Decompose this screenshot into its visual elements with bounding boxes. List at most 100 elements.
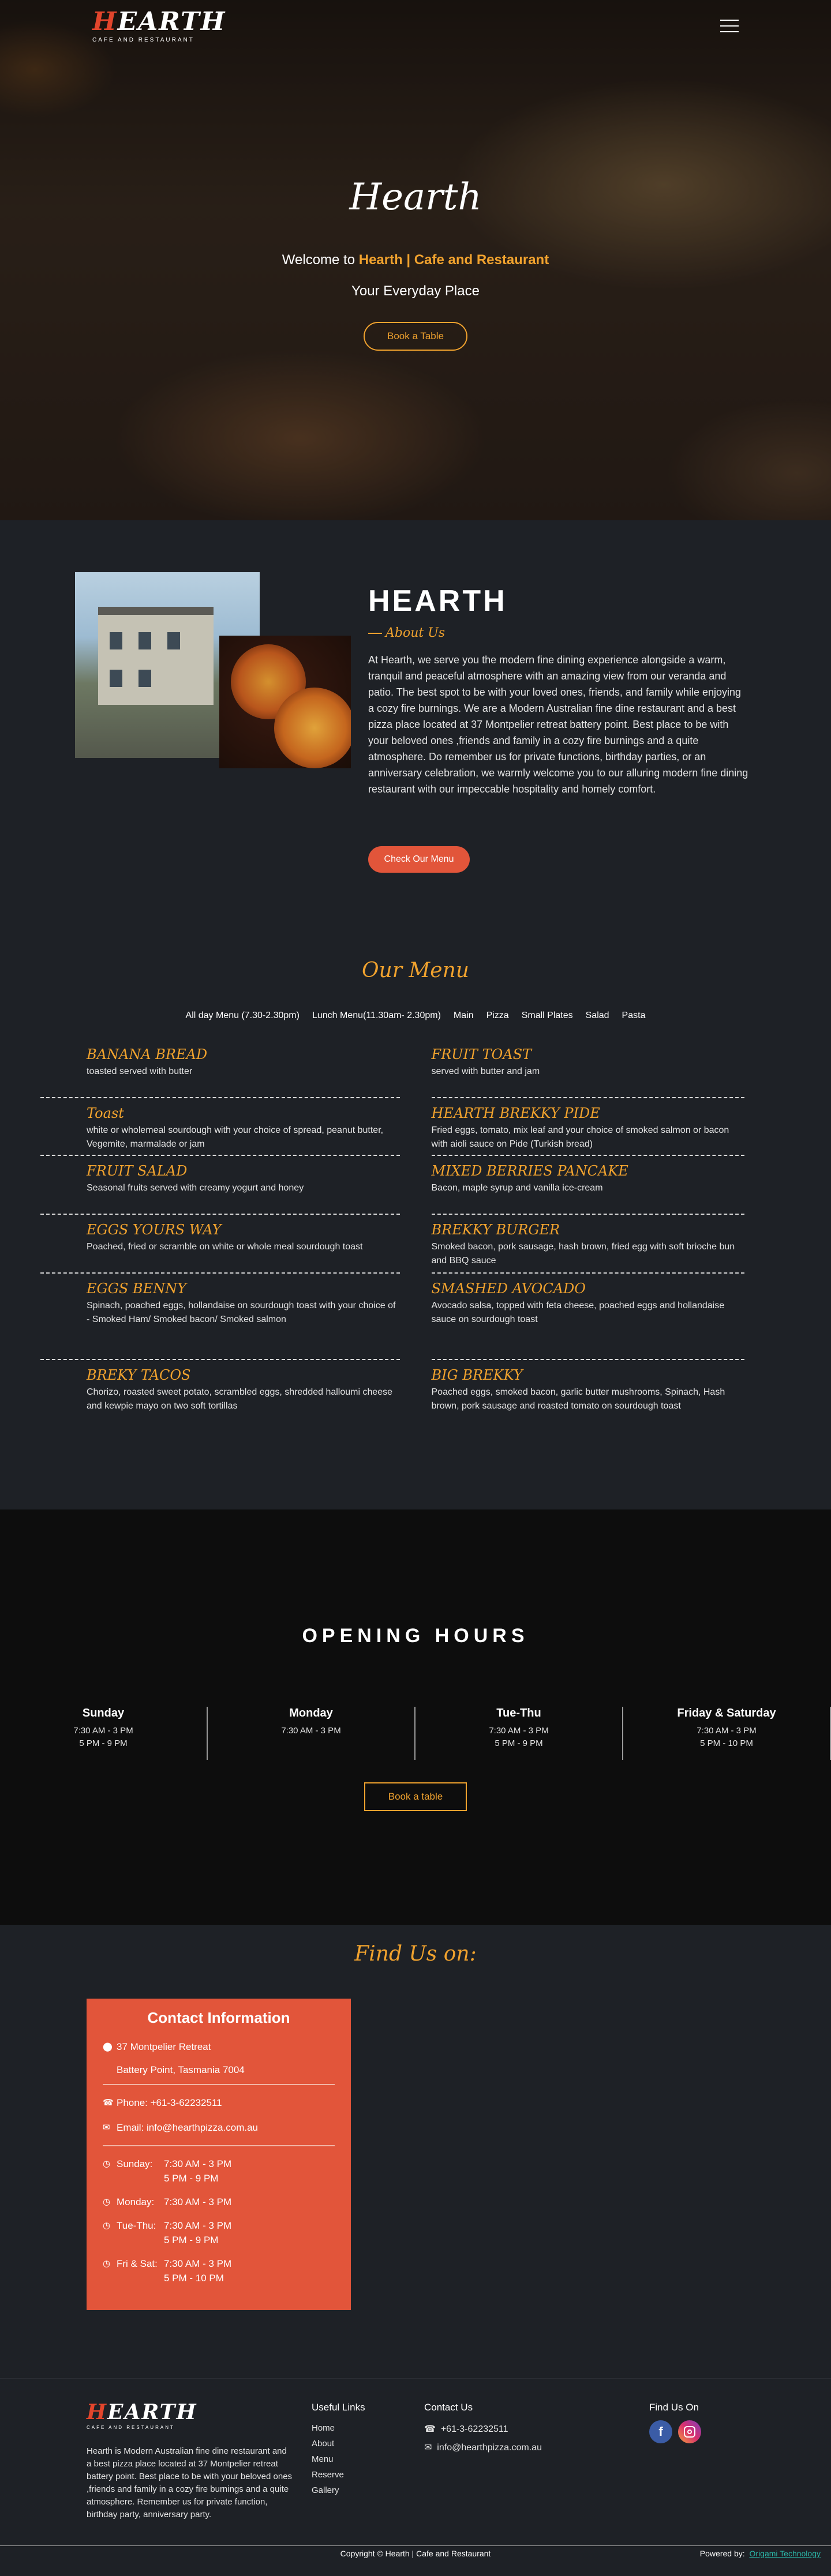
hours-tue-thu: Tue-Thu 7:30 AM - 3 PM 5 PM - 9 PM bbox=[415, 1707, 623, 1760]
menu-item-name: EGGS YOURS WAY bbox=[87, 1222, 222, 1238]
tab-lunch-menu[interactable]: Lunch Menu(11.30am- 2.30pm) bbox=[312, 1011, 441, 1021]
tab-pasta[interactable]: Pasta bbox=[622, 1011, 646, 1021]
phone-icon: ☎ bbox=[103, 2098, 114, 2108]
tab-main[interactable]: Main bbox=[454, 1011, 474, 1021]
footer-links-heading: Useful Links bbox=[312, 2402, 365, 2413]
hero-tagline: Your Everyday Place bbox=[351, 283, 480, 299]
book-table-button-secondary[interactable]: Book a table bbox=[364, 1782, 467, 1811]
hours-time: 5 PM - 10 PM bbox=[700, 1738, 753, 1748]
envelope-icon: ✉ bbox=[424, 2443, 432, 2453]
menu-column-left: BANANA BREAD toasted served with butter … bbox=[40, 1039, 400, 1424]
hours-day: Sunday bbox=[82, 1707, 125, 1719]
footer-email[interactable]: ✉ info@hearthpizza.com.au bbox=[424, 2439, 542, 2457]
contact-card-title: Contact Information bbox=[147, 2009, 290, 2026]
contact-card: Contact Information ⬤ 37 Montpelier Retr… bbox=[87, 1999, 351, 2310]
check-menu-button[interactable]: Check Our Menu bbox=[368, 846, 470, 873]
clock-icon: ◷ bbox=[103, 2221, 111, 2230]
contact-hours-day: Sunday: bbox=[117, 2158, 153, 2169]
menu-item-desc: Avocado salsa, topped with feta cheese, … bbox=[431, 1301, 725, 1324]
menu-item-name: BANANA BREAD bbox=[87, 1046, 208, 1062]
hero-welcome: Welcome to Hearth | Cafe and Restaurant bbox=[0, 252, 831, 268]
contact-phone[interactable]: ☎ Phone: +61-3-62232511 bbox=[103, 2096, 335, 2110]
clock-icon: ◷ bbox=[103, 2159, 111, 2169]
envelope-icon: ✉ bbox=[103, 2123, 110, 2132]
instagram-icon[interactable] bbox=[678, 2420, 701, 2443]
footer-phone[interactable]: ☎ +61-3-62232511 bbox=[424, 2420, 542, 2439]
find-us-title: Find Us on: bbox=[354, 1942, 477, 1966]
clock-icon: ◷ bbox=[103, 2259, 111, 2269]
tab-pizza[interactable]: Pizza bbox=[486, 1011, 509, 1021]
contact-hours-day: Fri & Sat: bbox=[117, 2258, 158, 2269]
footer-find-heading: Find Us On bbox=[649, 2402, 699, 2413]
powered-by-label: Powered by: bbox=[699, 2548, 745, 2558]
footer-email-text: info@hearthpizza.com.au bbox=[437, 2443, 542, 2453]
facebook-icon[interactable]: f bbox=[649, 2420, 672, 2443]
pizza-image bbox=[219, 636, 351, 768]
footer-link-reserve[interactable]: Reserve bbox=[312, 2467, 365, 2483]
opening-hours-section: OPENING HOURS Sunday 7:30 AM - 3 PM 5 PM… bbox=[0, 1509, 831, 1925]
menu-heading: Our Menu bbox=[362, 959, 469, 982]
hours-title: OPENING HOURS bbox=[302, 1625, 529, 1647]
menu-tabs: All day Menu (7.30-2.30pm) Lunch Menu(11… bbox=[0, 1011, 831, 1021]
footer-link-home[interactable]: Home bbox=[312, 2420, 365, 2436]
contact-hours-time: 7:30 AM - 3 PM bbox=[164, 2220, 232, 2231]
hours-day: Friday & Saturday bbox=[677, 1707, 776, 1719]
hamburger-menu-icon[interactable] bbox=[720, 20, 739, 32]
logo-word: HEARTH bbox=[92, 6, 226, 36]
contact-hours-time: 5 PM - 9 PM bbox=[164, 2173, 219, 2184]
about-text: At Hearth, we serve you the modern fine … bbox=[368, 654, 748, 795]
hours-time: 7:30 AM - 3 PM bbox=[281, 1726, 341, 1736]
contact-hours-time: 5 PM - 9 PM bbox=[164, 2235, 219, 2245]
menu-item-name: BREKY TACOS bbox=[87, 1367, 191, 1383]
hero-welcome-prefix: Welcome to bbox=[282, 252, 359, 268]
footer-logo[interactable]: HEARTH CAFE AND RESTAURANT bbox=[87, 2402, 197, 2430]
contact-hours-row: ◷ Tue-Thu: 7:30 AM - 3 PM 5 PM - 9 PM bbox=[103, 2218, 335, 2247]
menu-item-desc: white or wholemeal sourdough with your c… bbox=[87, 1125, 384, 1149]
menu-section: Our Menu All day Menu (7.30-2.30pm) Lunc… bbox=[0, 924, 831, 1509]
powered-by-link[interactable]: Origami Technology bbox=[750, 2549, 821, 2558]
menu-item: EGGS YOURS WAY Poached, fried or scrambl… bbox=[40, 1215, 400, 1274]
clock-icon: ◷ bbox=[103, 2197, 111, 2207]
menu-item-name: FRUIT TOAST bbox=[431, 1046, 532, 1062]
site-logo[interactable]: HEARTH CAFE AND RESTAURANT bbox=[92, 9, 226, 43]
contact-hours-times: 7:30 AM - 3 PM 5 PM - 10 PM bbox=[164, 2256, 231, 2285]
footer-link-menu[interactable]: Menu bbox=[312, 2451, 365, 2467]
contact-email[interactable]: ✉ Email: info@hearthpizza.com.au bbox=[103, 2120, 335, 2135]
book-table-button[interactable]: Book a Table bbox=[364, 322, 467, 351]
contact-hours-day: Tue-Thu: bbox=[117, 2220, 156, 2231]
find-us-section: Find Us on: Contact Information ⬤ 37 Mon… bbox=[0, 1925, 831, 2378]
menu-item-desc: Spinach, poached eggs, hollandaise on so… bbox=[87, 1301, 396, 1324]
hours-fri-sat: Friday & Saturday 7:30 AM - 3 PM 5 PM - … bbox=[623, 1707, 831, 1760]
menu-item: SMASHED AVOCADO Avocado salsa, topped wi… bbox=[431, 1274, 744, 1360]
tab-small-plates[interactable]: Small Plates bbox=[522, 1011, 573, 1021]
menu-item-name: MIXED BERRIES PANCAKE bbox=[431, 1163, 628, 1179]
menu-item: FRUIT TOAST served with butter and jam bbox=[431, 1039, 744, 1098]
footer-find-us: Find Us On f bbox=[649, 2402, 701, 2443]
menu-item-desc: served with butter and jam bbox=[431, 1067, 540, 1076]
footer-useful-links: Useful Links Home About Menu Reserve Gal… bbox=[312, 2402, 365, 2498]
location-icon: ⬤ bbox=[103, 2042, 113, 2052]
contact-hours-row: ◷ Fri & Sat: 7:30 AM - 3 PM 5 PM - 10 PM bbox=[103, 2256, 335, 2285]
tab-all-day-menu[interactable]: All day Menu (7.30-2.30pm) bbox=[186, 1011, 300, 1021]
footer-link-about[interactable]: About bbox=[312, 2436, 365, 2451]
menu-item-desc: Chorizo, roasted sweet potato, scrambled… bbox=[87, 1387, 393, 1411]
about-title: HEARTH bbox=[368, 584, 507, 618]
address-line-2: Battery Point, Tasmania 7004 bbox=[117, 2064, 245, 2075]
contact-hours-time: 7:30 AM - 3 PM bbox=[164, 2196, 232, 2207]
hours-time: 5 PM - 9 PM bbox=[79, 1738, 128, 1748]
hours-day: Tue-Thu bbox=[496, 1707, 541, 1719]
footer-contact-heading: Contact Us bbox=[424, 2402, 473, 2413]
hero-welcome-accent: Hearth | Cafe and Restaurant bbox=[358, 252, 549, 268]
menu-item-desc: Poached, fried or scramble on white or w… bbox=[87, 1242, 363, 1252]
footer-contact: Contact Us ☎ +61-3-62232511 ✉ info@heart… bbox=[424, 2402, 542, 2457]
contact-hours-times: 7:30 AM - 3 PM 5 PM - 9 PM bbox=[164, 2218, 231, 2247]
footer-logo-subtitle: CAFE AND RESTAURANT bbox=[87, 2425, 175, 2430]
powered-by: Powered by: Origami Technology bbox=[700, 2549, 821, 2558]
tab-salad[interactable]: Salad bbox=[586, 1011, 609, 1021]
hours-time: 5 PM - 9 PM bbox=[495, 1738, 543, 1748]
footer-logo-word: HEARTH bbox=[87, 2400, 197, 2424]
menu-item-desc: Fried eggs, tomato, mix leaf and your ch… bbox=[431, 1125, 729, 1149]
address-line-1: 37 Montpelier Retreat bbox=[117, 2041, 211, 2052]
footer-link-gallery[interactable]: Gallery bbox=[312, 2483, 365, 2498]
hours-row: Sunday 7:30 AM - 3 PM 5 PM - 9 PM Monday… bbox=[0, 1707, 831, 1760]
